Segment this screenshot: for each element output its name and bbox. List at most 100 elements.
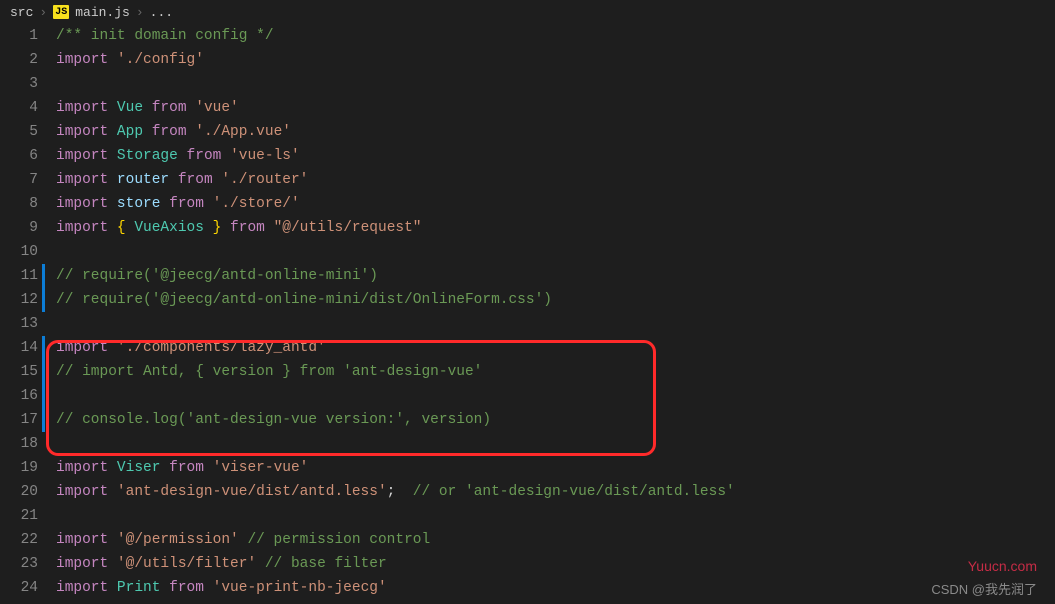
token: // permission control: [247, 532, 430, 548]
token: './router': [221, 172, 308, 188]
code-line[interactable]: [56, 72, 1055, 96]
token: VueAxios: [134, 220, 204, 236]
line-number: 16: [0, 384, 38, 408]
token: App: [117, 124, 143, 140]
breadcrumb[interactable]: src › JS main.js › ...: [0, 0, 1055, 24]
token: // console.log('ant-design-vue version:'…: [56, 412, 491, 428]
line-number: 9: [0, 216, 38, 240]
token: ;: [387, 484, 413, 500]
line-number: 13: [0, 312, 38, 336]
token: store: [117, 196, 161, 212]
code-line[interactable]: import '@/permission' // permission cont…: [56, 528, 1055, 552]
token: import: [56, 556, 117, 572]
token: import: [56, 100, 117, 116]
code-line[interactable]: import Viser from 'viser-vue': [56, 456, 1055, 480]
token: // require('@jeecg/antd-online-mini'): [56, 268, 378, 284]
breadcrumb-folder[interactable]: src: [10, 5, 33, 20]
line-number: 15: [0, 360, 38, 384]
token: // base filter: [265, 556, 387, 572]
token: './App.vue': [195, 124, 291, 140]
token: 'vue-ls': [230, 148, 300, 164]
token: import: [56, 484, 117, 500]
line-number: 8: [0, 192, 38, 216]
line-number: 18: [0, 432, 38, 456]
code-line[interactable]: import Storage from 'vue-ls': [56, 144, 1055, 168]
line-number: 1: [0, 24, 38, 48]
code-line[interactable]: import { VueAxios } from "@/utils/reques…: [56, 216, 1055, 240]
line-number: 23: [0, 552, 38, 576]
token: 'vue': [195, 100, 239, 116]
code-line[interactable]: import 'ant-design-vue/dist/antd.less'; …: [56, 480, 1055, 504]
code-line[interactable]: import router from './router': [56, 168, 1055, 192]
line-number: 22: [0, 528, 38, 552]
token: from: [160, 196, 212, 212]
line-number: 5: [0, 120, 38, 144]
token: /** init domain config */: [56, 28, 274, 44]
code-line[interactable]: // require('@jeecg/antd-online-mini'): [56, 264, 1055, 288]
line-number: 12: [0, 288, 38, 312]
chevron-right-icon: ›: [136, 5, 144, 20]
code-line[interactable]: import store from './store/': [56, 192, 1055, 216]
token: from: [160, 580, 212, 596]
breadcrumb-tail[interactable]: ...: [150, 5, 173, 20]
token: './store/': [213, 196, 300, 212]
token: "@/utils/request": [274, 220, 422, 236]
code-line[interactable]: import './config': [56, 48, 1055, 72]
token: router: [117, 172, 169, 188]
code-line[interactable]: [56, 312, 1055, 336]
token: from: [143, 124, 195, 140]
line-number: 4: [0, 96, 38, 120]
code-line[interactable]: /** init domain config */: [56, 24, 1055, 48]
line-number: 10: [0, 240, 38, 264]
token: [256, 556, 265, 572]
token: import: [56, 460, 117, 476]
token: './components/lazy_antd': [117, 340, 326, 356]
token: './config': [117, 52, 204, 68]
code-line[interactable]: // import Antd, { version } from 'ant-de…: [56, 360, 1055, 384]
token: 'ant-design-vue/dist/antd.less': [117, 484, 387, 500]
code-line[interactable]: import Print from 'vue-print-nb-jeecg': [56, 576, 1055, 600]
line-number: 17: [0, 408, 38, 432]
token: '@/utils/filter': [117, 556, 256, 572]
token: Print: [117, 580, 161, 596]
token: Vue: [117, 100, 143, 116]
token: from: [160, 460, 212, 476]
code-line[interactable]: [56, 504, 1055, 528]
line-number-gutter: 123456789101112131415161718192021222324: [0, 24, 56, 604]
token: }: [204, 220, 221, 236]
line-number: 21: [0, 504, 38, 528]
token: import: [56, 196, 117, 212]
modified-marker: [42, 264, 45, 312]
code-content[interactable]: /** init domain config */ import './confi…: [56, 24, 1055, 604]
token: import: [56, 148, 117, 164]
line-number: 7: [0, 168, 38, 192]
line-number: 3: [0, 72, 38, 96]
code-line[interactable]: import Vue from 'vue': [56, 96, 1055, 120]
watermark-csdn: CSDN @我先润了: [931, 579, 1037, 598]
code-line[interactable]: import '@/utils/filter' // base filter: [56, 552, 1055, 576]
line-number: 24: [0, 576, 38, 600]
token: import: [56, 52, 117, 68]
token: import: [56, 580, 117, 596]
code-line[interactable]: // require('@jeecg/antd-online-mini/dist…: [56, 288, 1055, 312]
code-line[interactable]: import './components/lazy_antd': [56, 336, 1055, 360]
breadcrumb-file[interactable]: main.js: [75, 5, 130, 20]
token: Storage: [117, 148, 178, 164]
code-line[interactable]: import App from './App.vue': [56, 120, 1055, 144]
token: 'viser-vue': [213, 460, 309, 476]
watermark-yuucn: Yuucn.com: [968, 558, 1037, 574]
token: from: [178, 148, 230, 164]
code-editor[interactable]: 123456789101112131415161718192021222324 …: [0, 24, 1055, 604]
code-line[interactable]: [56, 432, 1055, 456]
code-line[interactable]: [56, 384, 1055, 408]
token: // import Antd, { version } from 'ant-de…: [56, 364, 482, 380]
javascript-icon: JS: [53, 5, 69, 19]
token: // require('@jeecg/antd-online-mini/dist…: [56, 292, 552, 308]
code-line[interactable]: [56, 240, 1055, 264]
line-number: 14: [0, 336, 38, 360]
code-line[interactable]: // console.log('ant-design-vue version:'…: [56, 408, 1055, 432]
token: // or 'ant-design-vue/dist/antd.less': [413, 484, 735, 500]
token: import: [56, 340, 117, 356]
token: Viser: [117, 460, 161, 476]
modified-marker: [42, 336, 45, 432]
